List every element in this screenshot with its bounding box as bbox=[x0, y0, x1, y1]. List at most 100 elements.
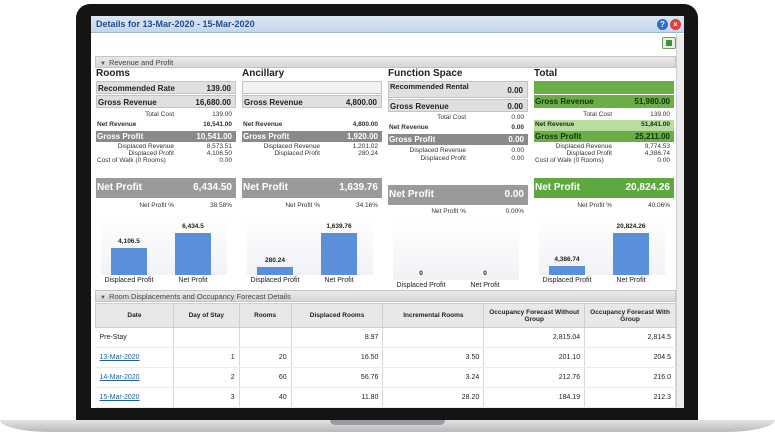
cell-forecast-without-group: 201.10 bbox=[483, 347, 586, 368]
window-titlebar: Details for 13-Mar-2020 - 15-Mar-2020 ? … bbox=[91, 16, 684, 33]
section-revenue-title: Revenue and Profit bbox=[108, 58, 174, 67]
cell-rooms bbox=[239, 327, 292, 348]
function-space-net-profit-value: 0.00 bbox=[504, 189, 524, 200]
function-space-displaced-profit-value: 0.00 bbox=[511, 155, 524, 162]
cell-displaced-rooms: 16.50 bbox=[291, 347, 384, 368]
total-gross-revenue: Gross Revenue 51,980.00 bbox=[534, 95, 674, 108]
rooms-net-revenue-label: Net Revenue bbox=[97, 121, 137, 128]
ancillary-blank-row bbox=[242, 81, 382, 94]
bar-label-net-profit: 20,824.26 bbox=[616, 223, 646, 230]
total-net-profit-pct: Net Profit % 40.06% bbox=[534, 202, 674, 210]
category-label-displaced-profit: Displaced Profit bbox=[396, 282, 446, 289]
toolbar bbox=[95, 34, 678, 54]
cell-incremental-rooms: 28.20 bbox=[382, 387, 485, 408]
cell-forecast-with-group: 2,814.5 bbox=[584, 327, 676, 348]
function-space-recommended-rental: Recommended Rental 0.00 bbox=[388, 81, 528, 98]
laptop-base bbox=[0, 420, 775, 441]
function-space-net-revenue-value: 0.00 bbox=[511, 124, 524, 131]
ancillary-displaced-profit-value: 280.24 bbox=[358, 150, 378, 157]
bar-label-displaced-profit: 4,106.5 bbox=[118, 238, 140, 246]
section-occupancy-title: Room Displacements and Occupancy Forecas… bbox=[108, 292, 291, 301]
rooms-cost-of-walk: Cost of Walk (0 Rooms) 0.00 bbox=[96, 157, 236, 165]
cell-rooms: 40 bbox=[239, 387, 292, 408]
total-title: Total bbox=[534, 68, 558, 79]
function-space-displaced-revenue-value: 0.00 bbox=[511, 147, 524, 154]
rooms-cost-of-walk-value: 0.00 bbox=[219, 157, 232, 164]
function-space-net-profit-pct: Net Profit % 0.00% bbox=[388, 208, 528, 216]
total-gross-revenue-value: 51,980.00 bbox=[634, 97, 670, 106]
function-space-gross-revenue-label: Gross Revenue bbox=[390, 102, 449, 111]
total-displaced-profit-value: 4,386.74 bbox=[644, 150, 670, 157]
rooms-net-profit-pct-value: 38.58% bbox=[209, 202, 232, 209]
rooms-cost-of-walk-label: Cost of Walk (0 Rooms) bbox=[97, 157, 166, 164]
window-title: Details for 13-Mar-2020 - 15-Mar-2020 bbox=[96, 19, 255, 29]
total-net-profit-pct-label: Net Profit % bbox=[577, 202, 612, 209]
ancillary-gross-profit: Gross Profit 1,920.00 bbox=[242, 131, 382, 142]
rooms-net-revenue: Net Revenue 16,541.00 bbox=[96, 121, 236, 129]
rooms-net-profit: Net Profit 6,434.50 bbox=[96, 178, 236, 198]
screen: Details for 13-Mar-2020 - 15-Mar-2020 ? … bbox=[91, 16, 684, 408]
date-link[interactable]: 13-Mar-2020 bbox=[95, 347, 174, 368]
panel-total: Total Gross Revenue 51,980.00 Total Cost 1… bbox=[534, 68, 674, 286]
rooms-displaced-profit-label: Displaced Profit bbox=[128, 150, 174, 157]
function-space-net-profit-pct-label: Net Profit % bbox=[431, 208, 466, 215]
cell-rooms: 20 bbox=[239, 347, 292, 368]
col-header-incremental-rooms: Incremental Rooms bbox=[382, 303, 485, 328]
function-space-displaced-profit: Displaced Profit 0.00 bbox=[388, 155, 528, 163]
panel-ancillary: Ancillary Gross Revenue 4,800.00 Net Reve… bbox=[242, 68, 382, 286]
ancillary-displaced-profit-label: Displaced Profit bbox=[274, 150, 320, 157]
rooms-net-profit-pct: Net Profit % 38.58% bbox=[96, 202, 236, 210]
ancillary-gross-profit-value: 1,920.00 bbox=[346, 132, 378, 141]
total-gross-profit-label: Gross Profit bbox=[535, 132, 582, 141]
rooms-net-profit-value: 6,434.50 bbox=[193, 182, 232, 193]
total-total-cost: Total Cost 139.00 bbox=[534, 111, 674, 119]
category-label-displaced-profit: Displaced Profit bbox=[542, 277, 592, 284]
bar-label-net-profit: 0 bbox=[483, 270, 487, 277]
rooms-title: Rooms bbox=[96, 68, 130, 79]
section-occupancy[interactable]: ▼ Room Displacements and Occupancy Foreca… bbox=[95, 290, 676, 302]
col-header-date: Date bbox=[95, 303, 174, 328]
help-icon[interactable]: ? bbox=[657, 19, 668, 30]
bar-net-profit bbox=[175, 233, 211, 275]
table-row: 13-Mar-2020 1 20 16.50 3.50 201.10 204.5 bbox=[95, 347, 676, 368]
ancillary-net-revenue-value: 4,800.00 bbox=[352, 121, 378, 128]
table-row: 14-Mar-2020 2 60 56.76 3.24 212.76 216.0 bbox=[95, 367, 676, 388]
rooms-gross-revenue: Gross Revenue 16,680.00 bbox=[96, 95, 236, 108]
cell-incremental-rooms: 3.50 bbox=[382, 347, 485, 368]
col-header-forecast-with-group: Occupancy Forecast With Group bbox=[584, 303, 676, 328]
total-net-profit-pct-value: 40.06% bbox=[647, 202, 670, 209]
total-cost-of-walk-value: 0.00 bbox=[657, 157, 670, 164]
function-space-recommended-rental-label: Recommended Rental bbox=[390, 82, 469, 91]
ancillary-net-revenue-label: Net Revenue bbox=[243, 121, 283, 128]
rooms-gross-profit-label: Gross Profit bbox=[97, 132, 144, 141]
bar-displaced-profit bbox=[549, 266, 585, 275]
rooms-gross-profit: Gross Profit 10,541.00 bbox=[96, 131, 236, 142]
date-link[interactable]: 15-Mar-2020 bbox=[95, 387, 174, 408]
vertical-scrollbar[interactable] bbox=[676, 34, 684, 408]
cell-rooms: 60 bbox=[239, 367, 292, 388]
ancillary-gross-revenue: Gross Revenue 4,800.00 bbox=[242, 95, 382, 108]
section-revenue-profit[interactable]: ▼ Revenue and Profit bbox=[95, 56, 676, 68]
function-space-total-cost: Total Cost 0.00 bbox=[388, 114, 528, 122]
function-space-gross-profit: Gross Profit 0.00 bbox=[388, 134, 528, 145]
export-excel-icon[interactable] bbox=[662, 37, 676, 49]
total-displaced-profit-label: Displaced Profit bbox=[566, 150, 612, 157]
function-space-total-cost-label: Total Cost bbox=[437, 114, 466, 121]
date-link[interactable]: 14-Mar-2020 bbox=[95, 367, 174, 388]
total-cost-of-walk-label: Cost of Walk (0 Rooms) bbox=[535, 157, 604, 164]
bar-label-net-profit: 1,639.76 bbox=[326, 223, 352, 230]
rooms-gross-revenue-value: 16,680.00 bbox=[195, 98, 231, 107]
col-header-rooms: Rooms bbox=[238, 303, 292, 328]
function-space-gross-revenue: Gross Revenue 0.00 bbox=[388, 99, 528, 112]
total-gross-profit: Gross Profit 25,211.00 bbox=[534, 131, 674, 142]
bar-displaced-profit bbox=[111, 248, 147, 275]
function-space-displaced-profit-label: Displaced Profit bbox=[420, 155, 466, 162]
rooms-total-cost-value: 139.00 bbox=[212, 111, 232, 118]
cell-day-of-stay: 3 bbox=[173, 387, 240, 408]
rooms-gross-revenue-label: Gross Revenue bbox=[98, 98, 157, 107]
close-icon[interactable]: × bbox=[670, 19, 681, 30]
ancillary-title: Ancillary bbox=[242, 68, 285, 79]
total-net-profit: Net Profit 20,824.26 bbox=[534, 178, 674, 198]
function-space-gross-profit-label: Gross Profit bbox=[389, 135, 436, 144]
ancillary-net-profit: Net Profit 1,639.76 bbox=[242, 178, 382, 198]
